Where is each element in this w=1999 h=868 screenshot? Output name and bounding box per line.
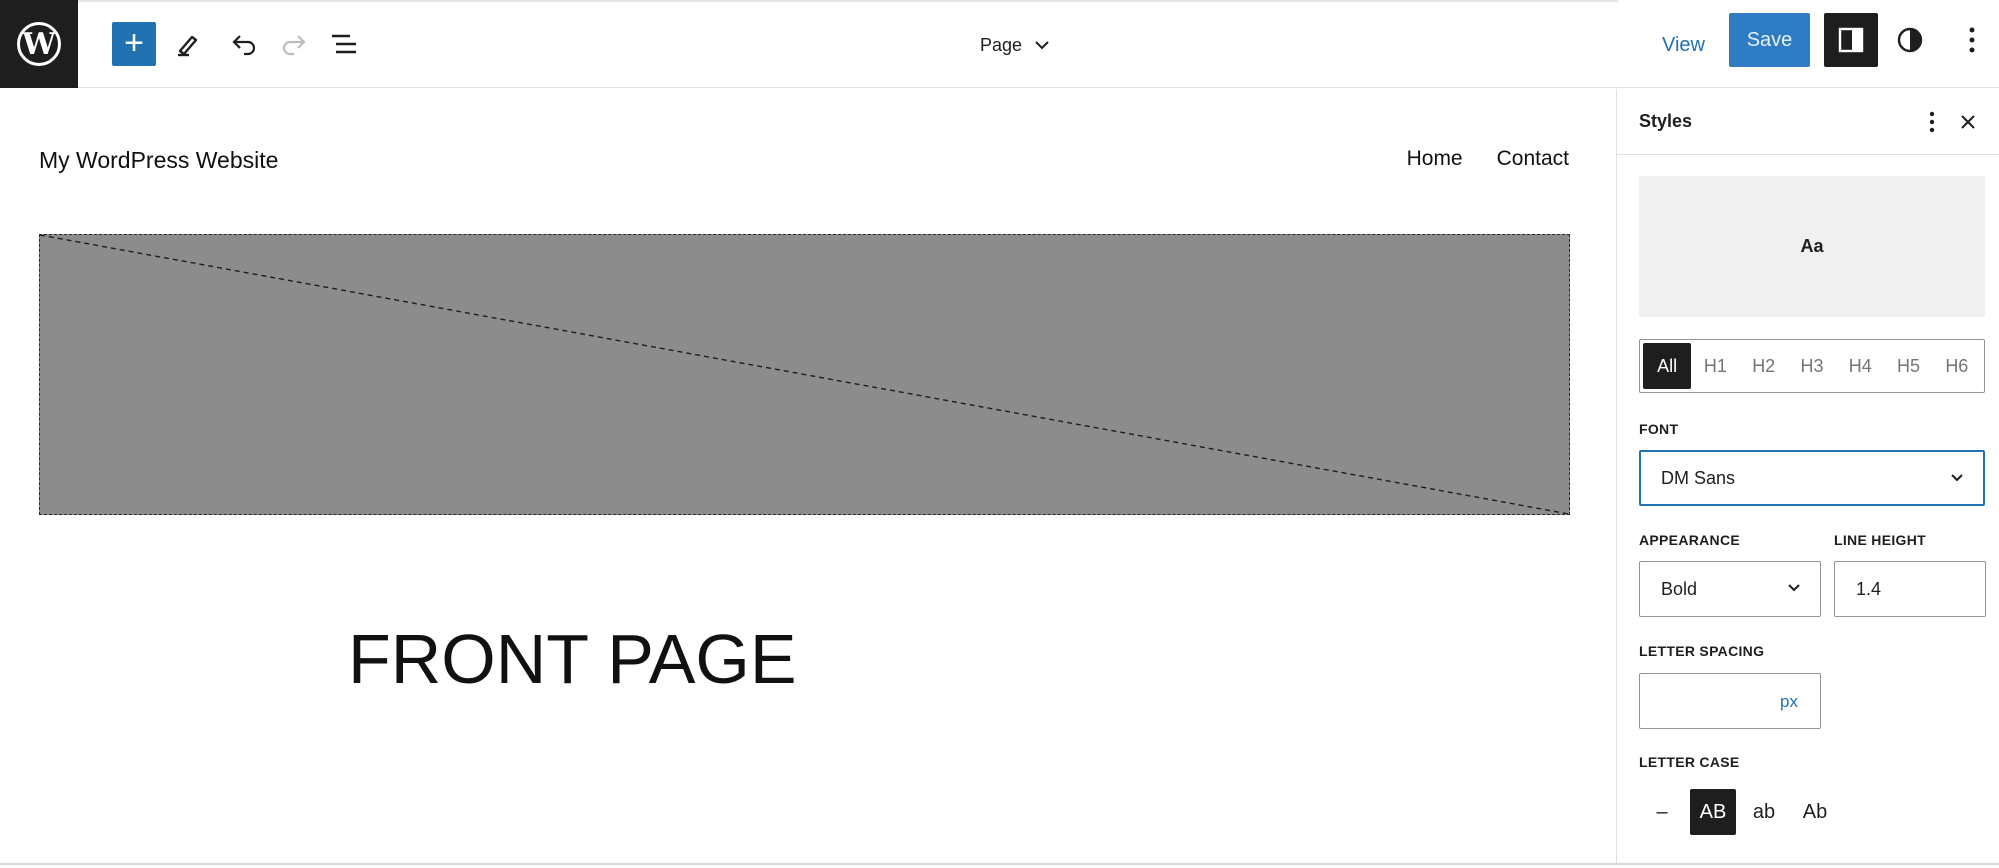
redo-button[interactable] <box>272 22 316 66</box>
document-title-dropdown[interactable]: Page <box>980 28 1050 62</box>
logo-letter: W <box>22 26 56 62</box>
nav-item-contact[interactable]: Contact <box>1497 147 1569 171</box>
letter-spacing-input[interactable]: px <box>1639 673 1821 729</box>
plus-icon: + <box>124 23 144 62</box>
vertical-ellipsis-icon <box>1929 111 1935 133</box>
sidebar-more-button[interactable] <box>1915 105 1949 139</box>
vertical-ellipsis-icon <box>1969 27 1975 53</box>
sidebar-close-button[interactable] <box>1951 105 1985 139</box>
bottom-border <box>0 863 1999 865</box>
sidebar-icon <box>1838 27 1864 53</box>
close-icon <box>1961 115 1975 129</box>
undo-icon <box>232 35 256 56</box>
document-title: Page <box>980 34 1023 55</box>
tab-h2[interactable]: H2 <box>1740 343 1788 389</box>
appearance-value: Bold <box>1661 578 1698 599</box>
site-title[interactable]: My WordPress Website <box>39 147 278 174</box>
element-tabs: All H1 H2 H3 H4 H5 H6 <box>1639 339 1985 393</box>
tab-h6[interactable]: H6 <box>1933 343 1981 389</box>
font-label: FONT <box>1639 421 1679 437</box>
toolbar-top-border <box>78 0 1618 2</box>
styles-toggle-button[interactable] <box>1888 18 1932 62</box>
save-button[interactable]: Save <box>1729 13 1810 67</box>
line-height-label: LINE HEIGHT <box>1834 532 1926 548</box>
appearance-label: APPEARANCE <box>1639 532 1741 548</box>
pencil-icon <box>178 35 198 57</box>
placeholder-diagonal <box>40 235 1569 514</box>
chevron-down-icon <box>1788 584 1800 592</box>
view-button[interactable]: View <box>1662 28 1705 62</box>
redo-icon <box>282 35 306 56</box>
letter-case-label: LETTER CASE <box>1639 754 1740 770</box>
undo-button[interactable] <box>222 22 266 66</box>
preview-text: Aa <box>1800 236 1824 256</box>
styles-sidebar: Styles Aa All H1 H2 H3 H4 H5 H6 FONT DM … <box>1616 89 1999 864</box>
settings-sidebar-toggle[interactable] <box>1824 13 1878 67</box>
sidebar-title: Styles <box>1639 111 1693 131</box>
add-block-button[interactable]: + <box>112 22 156 66</box>
typography-preview: Aa <box>1639 176 1985 317</box>
font-family-value: DM Sans <box>1661 467 1736 488</box>
tab-h5[interactable]: H5 <box>1884 343 1932 389</box>
letter-case-uppercase-button[interactable]: AB <box>1690 789 1736 835</box>
tab-h3[interactable]: H3 <box>1788 343 1836 389</box>
wordpress-logo-button[interactable]: W <box>0 0 78 88</box>
appearance-select[interactable]: Bold <box>1639 561 1821 617</box>
letter-case-group: – AB ab Ab <box>1639 789 1838 835</box>
list-view-icon <box>332 34 356 54</box>
line-height-value: 1.4 <box>1856 578 1882 599</box>
line-height-input[interactable]: 1.4 <box>1834 561 1986 617</box>
tab-all[interactable]: All <box>1643 343 1692 389</box>
editor-canvas: My WordPress Website Home Contact FRONT … <box>0 89 1616 864</box>
wordpress-logo-icon: W <box>17 22 61 66</box>
chevron-down-icon <box>1035 41 1049 50</box>
tools-button[interactable] <box>166 22 210 66</box>
tab-h1[interactable]: H1 <box>1691 343 1739 389</box>
letter-spacing-unit[interactable]: px <box>1780 692 1798 712</box>
sidebar-header: Styles <box>1617 89 1999 155</box>
image-placeholder[interactable] <box>39 234 1570 515</box>
font-family-select[interactable]: DM Sans <box>1639 450 1985 506</box>
chevron-down-icon <box>1951 474 1963 482</box>
options-menu-button[interactable] <box>1950 18 1994 62</box>
tab-h4[interactable]: H4 <box>1836 343 1884 389</box>
editor-toolbar: W + Page View Save <box>0 0 1999 88</box>
navigation: Home Contact <box>1407 147 1569 171</box>
letter-case-lowercase-button[interactable]: ab <box>1741 789 1787 835</box>
list-view-button[interactable] <box>322 22 366 66</box>
page-heading[interactable]: FRONT PAGE <box>348 619 797 699</box>
contrast-icon <box>1897 27 1923 53</box>
nav-item-home[interactable]: Home <box>1407 147 1463 171</box>
letter-case-capitalize-button[interactable]: Ab <box>1792 789 1838 835</box>
letter-spacing-label: LETTER SPACING <box>1639 643 1765 659</box>
letter-case-none-button[interactable]: – <box>1639 789 1685 835</box>
